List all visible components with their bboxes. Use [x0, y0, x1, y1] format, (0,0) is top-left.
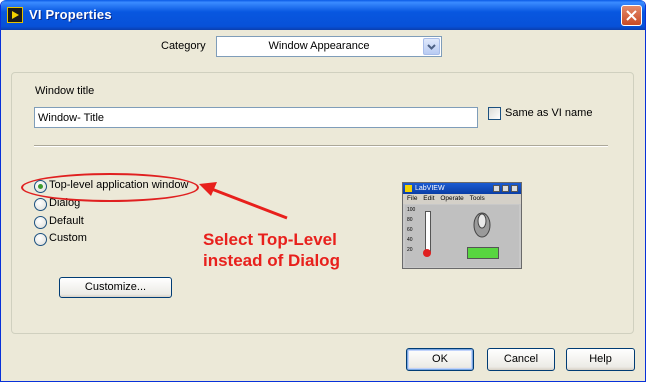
category-label: Category	[161, 40, 206, 52]
preview-toggle-switch-icon	[473, 212, 491, 238]
close-button[interactable]	[621, 5, 642, 26]
window-title-input[interactable]	[34, 107, 478, 128]
preview-menu-item: File	[407, 195, 418, 202]
preview-led-indicator	[467, 247, 499, 259]
category-selected-value: Window Appearance	[268, 40, 370, 52]
preview-front-panel: 100 80 60 40 20	[405, 205, 519, 267]
preview-maximize-icon	[502, 185, 509, 192]
preview-title: LabVIEW	[415, 185, 445, 192]
preview-menu-item: Edit	[423, 195, 435, 202]
labview-vi-icon	[7, 7, 23, 23]
help-button[interactable]: Help	[566, 348, 635, 371]
category-dropdown[interactable]: Window Appearance	[216, 36, 442, 57]
close-icon	[626, 10, 637, 21]
preview-thermometer-scale: 100 80 60 40 20	[407, 207, 416, 253]
window-preview-image: LabVIEW File Edit Operate Tools 100 80 6…	[402, 182, 522, 269]
radio-button[interactable]	[34, 233, 47, 246]
window-title-label: Window title	[35, 85, 95, 97]
preview-thermometer-bulb	[423, 249, 431, 257]
annotation-highlight-ellipse	[21, 173, 199, 202]
preview-menu-bar: File Edit Operate Tools	[403, 194, 521, 204]
same-as-vi-name-checkbox[interactable]	[488, 107, 501, 120]
preview-minimize-icon	[493, 185, 500, 192]
preview-menu-item: Tools	[469, 195, 485, 202]
chevron-down-icon	[427, 44, 436, 50]
preview-title-bar: LabVIEW	[403, 183, 521, 194]
annotation-text: Select Top-Level instead of Dialog	[203, 229, 340, 271]
preview-app-icon	[405, 185, 412, 192]
radio-button[interactable]	[34, 198, 47, 211]
separator	[34, 145, 608, 147]
annotation-line-2: instead of Dialog	[203, 251, 340, 270]
annotation-line-1: Select Top-Level	[203, 230, 337, 249]
customize-button[interactable]: Customize...	[59, 277, 172, 298]
radio-label-custom: Custom	[49, 232, 87, 244]
preview-thermometer-icon	[425, 211, 431, 253]
preview-menu-item: Operate	[440, 195, 464, 202]
radio-label-default: Default	[49, 215, 84, 227]
dropdown-arrow-button[interactable]	[423, 38, 440, 55]
ok-button[interactable]: OK	[406, 348, 474, 371]
window-title: VI Properties	[29, 7, 112, 22]
vi-properties-dialog: VI Properties Category Window Appearance…	[0, 0, 646, 382]
cancel-button[interactable]: Cancel	[487, 348, 555, 371]
radio-button[interactable]	[34, 216, 47, 229]
title-bar: VI Properties	[1, 0, 645, 30]
preview-close-icon	[511, 185, 518, 192]
same-as-vi-name-label: Same as VI name	[505, 107, 593, 119]
